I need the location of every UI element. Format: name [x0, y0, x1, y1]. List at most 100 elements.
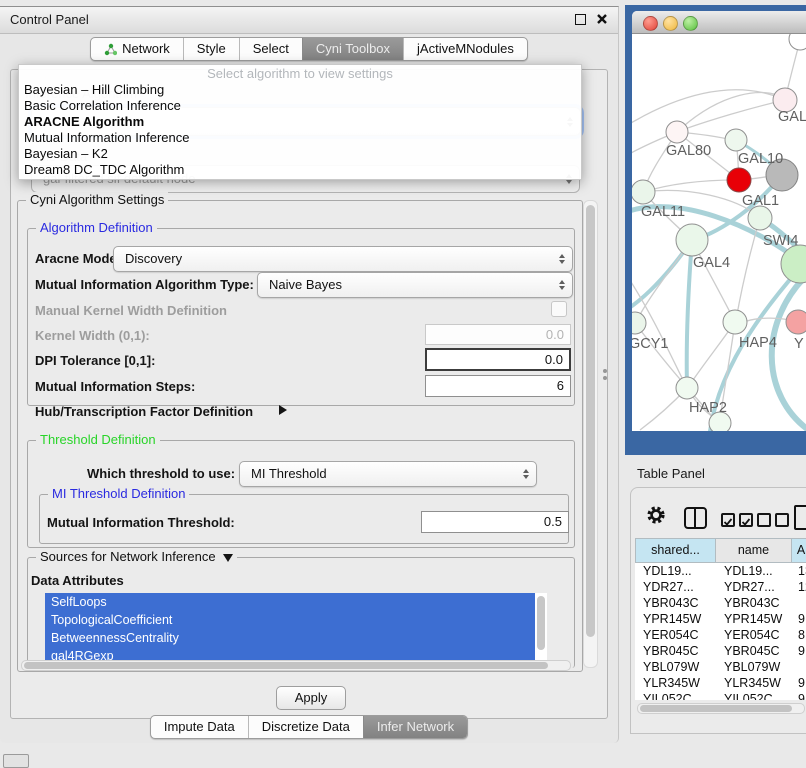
collapse-arrow-icon[interactable]	[223, 554, 233, 562]
menu-item[interactable]: Basic Correlation Inference	[19, 98, 581, 114]
node-label: GAL80	[666, 143, 711, 159]
table-row[interactable]: YER054CYER054C8.	[635, 627, 806, 643]
which-threshold-combo[interactable]: MI Threshold	[239, 461, 537, 487]
mi-threshold-field[interactable]: 0.5	[421, 511, 569, 533]
document-icon[interactable]	[794, 505, 806, 530]
kernel-width-label: Kernel Width (0,1):	[35, 328, 150, 343]
menu-item[interactable]: Mutual Information Inference	[19, 130, 581, 146]
tab-jactivemnodules[interactable]: jActiveMNodules	[403, 38, 527, 60]
aracne-mode-combo[interactable]: Discovery	[113, 246, 573, 272]
tab-infer-network[interactable]: Infer Network	[363, 716, 467, 738]
node-label: HAP4	[739, 335, 777, 351]
table-row[interactable]: YBL079WYBL079W	[635, 659, 806, 675]
node-gal80[interactable]	[666, 121, 688, 143]
window-minimize-button[interactable]	[663, 16, 678, 31]
which-threshold-label: Which threshold to use:	[87, 466, 235, 481]
node-hap4[interactable]	[723, 310, 747, 334]
data-attributes-list: SelfLoops TopologicalCoefficient Between…	[45, 593, 535, 665]
node-partial-top[interactable]	[789, 34, 806, 50]
column-header-partial[interactable]: A	[792, 538, 806, 563]
deselect-all-columns-icon[interactable]	[757, 511, 789, 527]
table-row[interactable]: YLR345WYLR345W9.	[635, 675, 806, 691]
settings-horizontal-scrollbar[interactable]	[21, 660, 571, 671]
data-attributes-label: Data Attributes	[31, 573, 124, 588]
list-item[interactable]: TopologicalCoefficient	[45, 611, 535, 629]
menu-item[interactable]: ARACNE Algorithm	[19, 114, 581, 130]
node-gal1-red[interactable]	[727, 168, 751, 192]
settings-vertical-scrollbar[interactable]	[583, 200, 598, 668]
collapsed-panel-grip[interactable]	[3, 754, 29, 768]
tab-select[interactable]: Select	[239, 38, 302, 60]
node-label: GAL1	[742, 193, 779, 209]
window-zoom-button[interactable]	[683, 16, 698, 31]
table-horizontal-scrollbar[interactable]	[637, 703, 805, 714]
list-item[interactable]: BetweennessCentrality	[45, 629, 535, 647]
column-header-shared-name[interactable]: shared...	[635, 538, 716, 563]
manual-kernel-checkbox[interactable]	[551, 301, 567, 317]
table-row[interactable]: YDR27...YDR27...12	[635, 579, 806, 595]
tab-impute-data[interactable]: Impute Data	[151, 716, 248, 738]
node-gal4[interactable]	[676, 224, 708, 256]
tab-network[interactable]: Network	[91, 38, 183, 60]
table-row[interactable]: YBR043CYBR043C	[635, 595, 806, 611]
network-graph: GAL GAL80 GAL10 GAL1 GAL11 SWI4 GAL4 GCY…	[632, 34, 806, 431]
node-gcy1[interactable]	[632, 312, 646, 334]
mi-steps-label: Mutual Information Steps:	[35, 379, 195, 394]
node-hap2[interactable]	[676, 377, 698, 399]
table-row[interactable]: YPR145WYPR145W9.	[635, 611, 806, 627]
settings-vertical-thumb[interactable]	[586, 205, 595, 637]
tab-discretize-data[interactable]: Discretize Data	[248, 716, 363, 738]
table-body: YDL19...YDL19...13 YDR27...YDR27...12 YB…	[635, 563, 806, 700]
window-close-button[interactable]	[643, 16, 658, 31]
network-canvas[interactable]: GAL GAL80 GAL10 GAL1 GAL11 SWI4 GAL4 GCY…	[632, 34, 806, 431]
tab-cyni-toolbox[interactable]: Cyni Toolbox	[302, 38, 403, 60]
select-all-columns-icon[interactable]	[721, 511, 753, 527]
node-label: Y	[794, 336, 804, 352]
menu-item[interactable]: Dream8 DC_TDC Algorithm	[19, 162, 581, 178]
manual-kernel-label: Manual Kernel Width Definition	[35, 303, 227, 318]
hub-definition-label[interactable]: Hub/Transcription Factor Definition	[35, 404, 253, 419]
list-scrollbar-track[interactable]	[535, 593, 547, 661]
menu-item[interactable]: Bayesian – K2	[19, 146, 581, 162]
popup-placeholder: Select algorithm to view settings	[19, 65, 581, 82]
combo-arrows-icon	[523, 469, 529, 479]
dpi-tolerance-field[interactable]: 0.0	[425, 348, 571, 371]
bottom-tabbar: Impute Data Discretize Data Infer Networ…	[0, 715, 618, 739]
node-swi4[interactable]	[748, 206, 772, 230]
network-window: GAL GAL80 GAL10 GAL1 GAL11 SWI4 GAL4 GCY…	[632, 11, 806, 431]
node-label: GAL11	[641, 204, 685, 220]
combo-arrows-icon	[559, 254, 565, 264]
table-horizontal-thumb[interactable]	[640, 705, 792, 712]
float-panel-icon[interactable]	[575, 14, 586, 25]
tab-style[interactable]: Style	[183, 38, 239, 60]
table-row[interactable]: YIL052CYIL052C9	[635, 691, 806, 700]
node-gal11[interactable]	[632, 180, 655, 204]
node-label: GAL4	[693, 255, 730, 271]
settings-horizontal-thumb[interactable]	[24, 662, 548, 669]
table-row[interactable]: YDL19...YDL19...13	[635, 563, 806, 579]
node-salmon[interactable]	[786, 310, 806, 334]
list-scrollbar-thumb[interactable]	[537, 596, 545, 650]
network-window-titlebar[interactable]	[632, 11, 806, 34]
table-row[interactable]: YBR045CYBR045C9.	[635, 643, 806, 659]
splitter-handle[interactable]	[603, 369, 607, 373]
expand-arrow-icon[interactable]	[279, 405, 287, 415]
node-gal10[interactable]	[725, 129, 747, 151]
network-icon	[104, 43, 117, 56]
list-item[interactable]: SelfLoops	[45, 593, 535, 611]
node-label: GCY1	[632, 336, 669, 352]
mi-algorithm-type-combo[interactable]: Naive Bayes	[257, 272, 573, 298]
apply-button[interactable]: Apply	[276, 686, 346, 710]
column-header-name[interactable]: name	[716, 538, 792, 563]
control-panel-window: Control Panel Network Style Select Cyni …	[0, 6, 619, 743]
kernel-width-field[interactable]: 0.0	[425, 324, 571, 345]
gear-icon[interactable]	[645, 504, 667, 529]
close-icon[interactable]	[596, 13, 608, 28]
node-label: HAP2	[689, 400, 727, 416]
desktop: { "colors": { "frame_blue": "#3a67a3", "…	[0, 0, 806, 762]
mi-steps-field[interactable]: 6	[425, 375, 571, 397]
menu-item[interactable]: Bayesian – Hill Climbing	[19, 82, 581, 98]
splitter-handle[interactable]	[603, 376, 607, 380]
split-columns-icon[interactable]	[684, 507, 707, 529]
aracne-mode-label: Aracne Mode:	[35, 251, 121, 266]
